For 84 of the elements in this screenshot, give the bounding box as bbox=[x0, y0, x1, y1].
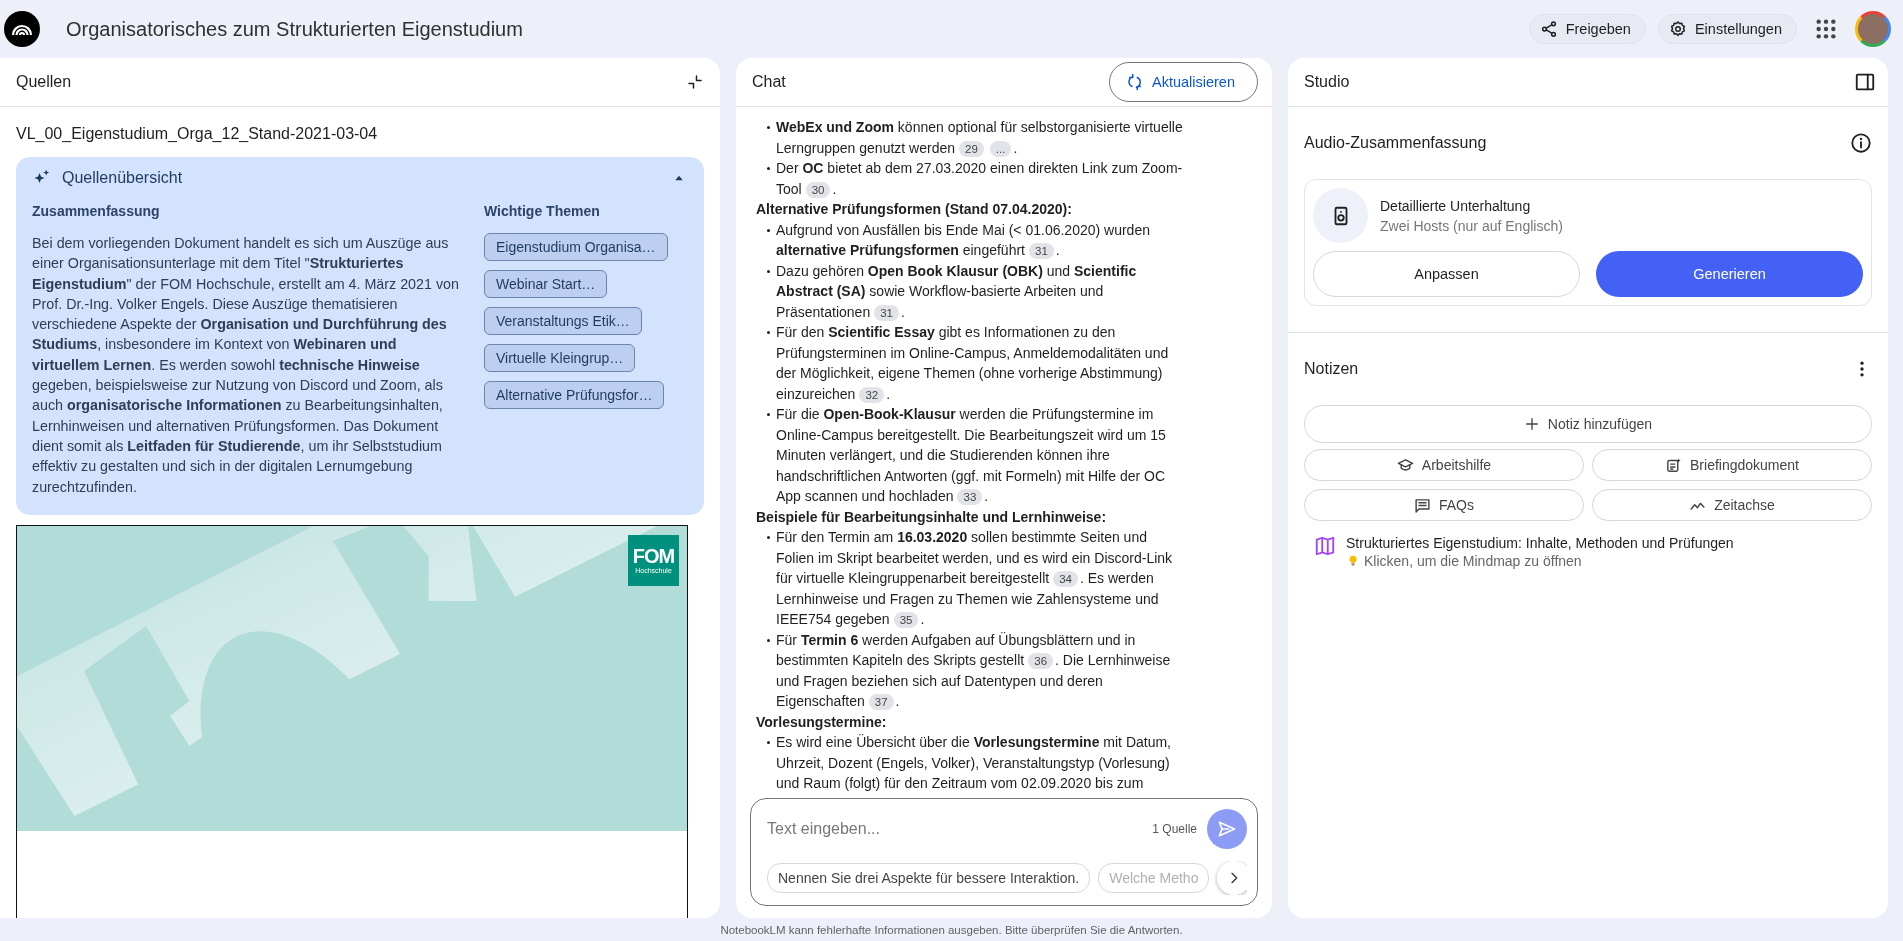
citation-chip[interactable]: 36 bbox=[1028, 653, 1054, 669]
refresh-icon bbox=[1126, 73, 1144, 91]
bullet-dot bbox=[767, 269, 770, 273]
citation-chip[interactable]: 34 bbox=[1053, 571, 1078, 587]
chat-heading: Vorlesungstermine: bbox=[756, 712, 888, 732]
share-button[interactable]: Freigeben bbox=[1528, 14, 1646, 44]
section-title: Audio-Zusammenfassung bbox=[1304, 134, 1487, 152]
map-icon bbox=[1314, 535, 1336, 557]
citation-chip[interactable]: ... bbox=[989, 140, 1012, 157]
bullet-dot bbox=[767, 536, 770, 539]
chat-bullet-text: Für den Scientific Essay gibt es Informationen zu den Prüfungsterminen im Online-Campus, Anmeldemodalitäten und der Möglichkeit, eigene Themen (ohne vorherige Abstimmung) einzureichen 32 . bbox=[776, 322, 1186, 404]
source-count: 1 Quelle bbox=[1152, 822, 1197, 836]
bullet-dot bbox=[767, 126, 770, 129]
chat-bullet-text: Für den Termin am 16.03.2020 sollen bestimmte Seiten und Folien im Skript bearbeitet werden, und es wird ein Discord-Link für virtuelle Kleingruppenarbeit bereitgestellt 34 . Es werden Lernhinweise und Fragen zu Themen wie Zahlensysteme und IEEE754 gegeben 35 . bbox=[776, 527, 1186, 630]
citation-chip[interactable]: 30 bbox=[805, 181, 831, 198]
collapse-icon[interactable] bbox=[686, 73, 704, 91]
bullet-dot bbox=[767, 228, 770, 232]
citation-chip[interactable]: 29 bbox=[959, 140, 984, 157]
note-title: Strukturiertes Eigenstudium: Inhalte, Methoden und Prüfungen bbox=[1346, 535, 1734, 551]
section-heading: Zusammenfassung bbox=[32, 203, 161, 219]
study-button[interactable]: Arbeitshilfe bbox=[1304, 449, 1584, 481]
generate-button[interactable]: Generieren bbox=[1596, 251, 1863, 297]
info-icon[interactable] bbox=[1850, 132, 1872, 154]
chat-heading: Alternative Prüfungsformen (Stand 07.04.2020): bbox=[756, 200, 1073, 219]
plus-icon bbox=[1523, 416, 1540, 432]
logo-title: FOM bbox=[632, 545, 675, 566]
bullet-dot bbox=[767, 167, 770, 170]
topic-chip[interactable]: Alternative Prüfungsfor… bbox=[484, 381, 665, 409]
panel-title: Studio bbox=[1304, 73, 1350, 91]
citation-chip[interactable]: 31 bbox=[874, 304, 899, 321]
document-sparkle-icon bbox=[1665, 456, 1682, 474]
citation-chip[interactable]: 37 bbox=[868, 694, 894, 710]
topic-chip[interactable]: Virtuelle Kleingrup… bbox=[484, 344, 636, 372]
note-item[interactable]: Strukturiertes Eigenstudium: Inhalte, Methoden und Prüfungen Klicken, um die Mindmap zu öffnen bbox=[1304, 535, 1872, 569]
chat-bullet-text: Der OC bietet ab dem 27.03.2020 einen direkten Link zum Zoom-Tool 30 . bbox=[776, 158, 1186, 199]
share-icon bbox=[1539, 20, 1558, 38]
faq-button[interactable]: FAQs bbox=[1304, 489, 1584, 521]
bullet-dot bbox=[767, 413, 770, 416]
chat-heading: Beispiele für Bearbeitungsinhalte und Lernhinweise: bbox=[756, 507, 1108, 527]
bullet-dot bbox=[767, 741, 770, 744]
message-input[interactable]: Text eingeben... bbox=[767, 814, 1143, 844]
topic-chip[interactable]: Webinar Start… bbox=[484, 270, 608, 298]
suggestion-chip[interactable]: Nennen Sie drei Aspekte für bessere Interaktion. bbox=[767, 863, 1091, 893]
refresh-button[interactable]: Aktualisieren bbox=[1109, 62, 1258, 102]
disclaimer-text: NotebookLM kann fehlerhafte Informationen ausgeben. Bitte überprüfen Sie die Antworten. bbox=[719, 922, 1184, 938]
send-button[interactable] bbox=[1207, 809, 1247, 849]
timeline-button[interactable]: Zeitachse bbox=[1592, 489, 1872, 521]
notebook-logo-icon[interactable] bbox=[4, 11, 40, 47]
send-icon bbox=[1217, 819, 1237, 839]
overview-title: Quellenübersicht bbox=[62, 169, 184, 187]
customize-button[interactable]: Anpassen bbox=[1313, 251, 1580, 297]
document-title: VL_00_Eigenstudium_Orga_12_Stand-2021-03-04 bbox=[15, 124, 379, 144]
briefing-button[interactable]: Briefingdokument bbox=[1592, 449, 1872, 481]
audio-card-subtitle: Zwei Hosts (nur auf Englisch) bbox=[1380, 217, 1563, 234]
chat-bullet-text: WebEx und Zoom können optional für selbstorganisierte virtuelle Lerngruppen genutzt werden 29 ... . bbox=[776, 117, 1186, 158]
side-panel-icon[interactable] bbox=[1854, 71, 1876, 93]
avatar[interactable] bbox=[1855, 11, 1891, 47]
topic-chip[interactable]: Eigenstudium Organisa… bbox=[484, 233, 668, 261]
note-hint: Klicken, um die Mindmap zu öffnen bbox=[1364, 553, 1582, 569]
chat-bullet-text: Aufgrund von Ausfällen bis Ende Mai (< 01.06.2020) wurden alternative Prüfungsformen eingeführt 31 . bbox=[776, 219, 1186, 261]
section-title: Notizen bbox=[1304, 360, 1359, 378]
apps-grid-icon[interactable] bbox=[1815, 18, 1837, 40]
chat-list-icon bbox=[1414, 496, 1431, 514]
citation-chip[interactable]: 31 bbox=[1029, 243, 1054, 259]
settings-icon bbox=[1668, 20, 1687, 38]
chat-bullet-text: Dazu gehören Open Book Klausur (OBK) und Scientific Abstract (SA) sowie Workflow-basierte Arbeiten und Präsentationen 31 . bbox=[776, 260, 1186, 322]
audio-card-title: Detaillierte Unterhaltung bbox=[1380, 197, 1532, 214]
bullet-dot bbox=[767, 331, 770, 334]
add-note-button[interactable]: Notiz hinzufügen bbox=[1304, 405, 1872, 443]
panel-title: Chat bbox=[752, 73, 786, 91]
chat-bullet-text: Für Termin 6 werden Aufgaben auf Übungsblättern und in bestimmten Kapiteln des Skripts gestellt 36 . Die Lernhinweise und Fragen beziehen sich auf Datentypen und deren Eigenschaften 37 . bbox=[776, 629, 1186, 712]
section-heading: Wichtige Themen bbox=[484, 203, 601, 219]
bullet-dot bbox=[767, 638, 770, 642]
summary-text: Bei dem vorliegenden Dokument handelt es sich um Auszüge aus einer Organisationsunterlage mit dem Titel "Strukturiertes Eigenstudium" der FOM Hochschule, erstellt am 4. März 2021 von Prof. Dr.-Ing. Volker Engels. Diese Auszüge thematisieren verschiedene Aspekte der Organisation und Durchführung des Studiums, insbesondere im Kontext von Webinaren und virtuellem Lernen. Es werden sowohl technische Hinweise gegeben, beispielsweise zur Nutzung von Discord und Zoom, als auch organisatorische Informationen zu Bearbeitungsinhalten, Lernhinweisen und alternativen Prüfungsformen. Das Dokument dient somit als Leitfaden für Studierende, um ihr Selbststudium effektiv zu gestalten und sich in der digitalen Lernumgebung zurechtzufinden. bbox=[32, 234, 460, 497]
chat-bullet-text: Für die Open-Book-Klausur werden die Prüfungstermine im Online-Campus bereitgestellt. Die Bearbeitungszeit wird um 15 Minuten verlängert, und die Studierenden können ihre handschriftlichen Antworten (ggf. mit Formeln) mit Hilfe der OC App scannen und hochladen 33 . bbox=[776, 404, 1186, 507]
chat-bullet-text: Es wird eine Übersicht über die Vorlesungstermine mit Datum, Uhrzeit, Dozent (Engels, Volker), Veranstaltungstyp (Vorlesung) und Raum (folgt) für den Zeitraum vom 02.09.2020 bis zum bbox=[776, 732, 1186, 792]
citation-chip[interactable]: 32 bbox=[859, 386, 885, 403]
panel-title: Quellen bbox=[16, 73, 72, 91]
topic-chip[interactable]: Veranstaltungs Etik… bbox=[484, 307, 642, 335]
graduation-cap-icon bbox=[1396, 456, 1414, 474]
notebook-title: Organisatorisches zum Strukturierten Eigenstudium bbox=[66, 17, 524, 41]
citation-chip[interactable]: 35 bbox=[893, 612, 919, 628]
citation-chip[interactable]: 33 bbox=[957, 489, 983, 505]
settings-button[interactable]: Einstellungen bbox=[1657, 14, 1797, 44]
